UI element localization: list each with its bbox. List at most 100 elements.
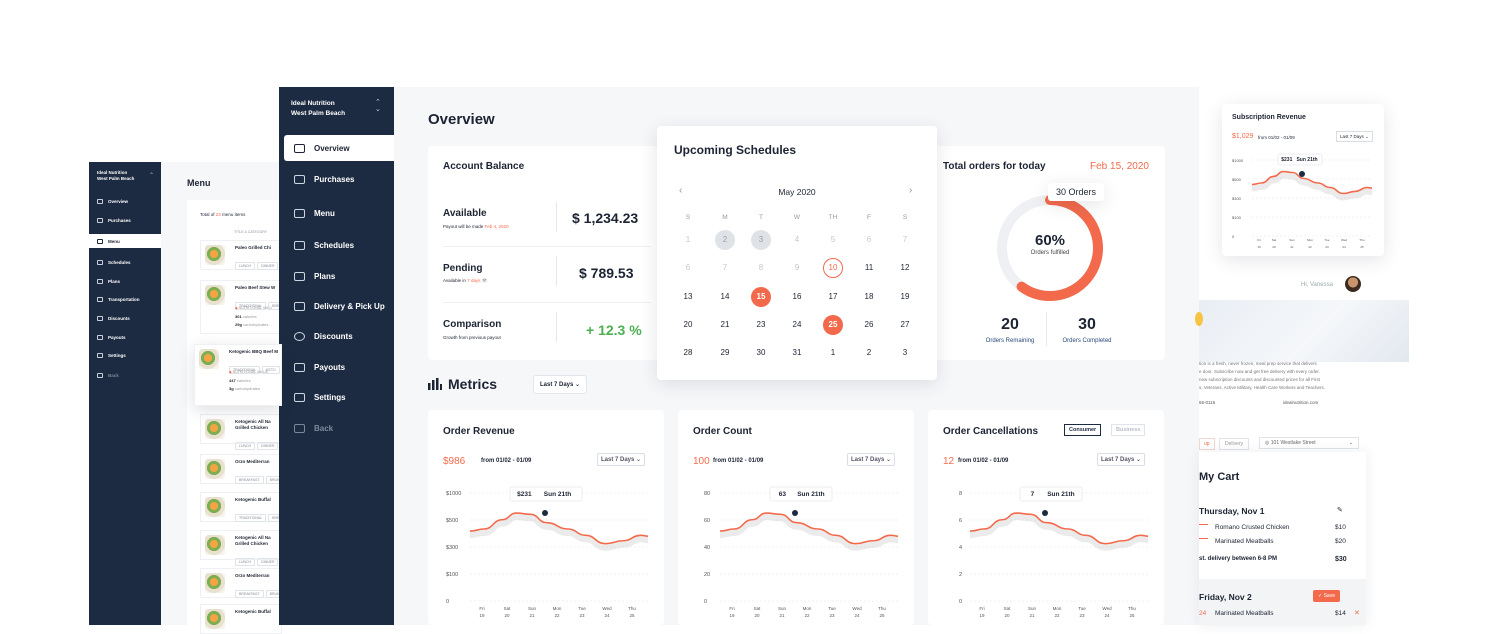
calendar-day[interactable]: 27 — [895, 315, 915, 335]
menu-item[interactable]: Ketogenic All Na Grilled Chicken LUNCH DINN… — [200, 530, 282, 566]
left-switch-icon[interactable]: ⌃ — [149, 172, 154, 179]
calendar-day[interactable]: 26 — [859, 315, 879, 335]
menu-item[interactable]: Paleo Beef Stew WTRADITIONALBREAKF◆ NUTR… — [200, 280, 291, 334]
calendar-day[interactable]: 20 — [678, 315, 698, 335]
toggle-consumer[interactable]: Consumer — [1064, 424, 1102, 436]
menu-item[interactable]: Ketogenic All Na Grilled Chicken LUNCH DINN… — [200, 414, 282, 450]
left-nav-item[interactable]: Payouts — [97, 330, 157, 344]
sidebar-item-label: Plans — [314, 271, 336, 281]
sidebar-item-delivery-pick-up[interactable]: Delivery & Pick Up — [279, 293, 394, 319]
calendar-day[interactable]: 2 — [715, 230, 735, 250]
calendar-day[interactable]: 16 — [787, 287, 807, 307]
menu-item[interactable]: Ketogenic BBQ Beef M TRADITIONAL KETO ◆ NUT… — [194, 344, 282, 406]
edit-icon[interactable]: ✎ — [1337, 506, 1343, 514]
sidebar-item-payouts[interactable]: Payouts — [279, 354, 394, 380]
menu-item[interactable]: Orzo Mediterran BREAKFAST BRUNCH — [200, 568, 289, 598]
calendar-day[interactable]: 1 — [823, 343, 843, 363]
data-point[interactable] — [1299, 171, 1305, 177]
left-nav-item[interactable]: Transportation — [97, 292, 157, 306]
address-select[interactable]: ◎ 101 Westlake Street ⌄ — [1259, 437, 1359, 449]
truck-icon — [294, 301, 305, 311]
calendar-day[interactable]: 5 — [823, 230, 843, 250]
menu-item[interactable]: Ketogenic Buffal — [200, 604, 282, 634]
left-nav-item[interactable]: Discounts — [97, 311, 157, 325]
calendar-day[interactable]: 4 — [787, 230, 807, 250]
eye-icon[interactable]: 👁 — [482, 278, 488, 283]
metric-range-dropdown[interactable]: Last 7 Days ⌄ — [597, 453, 646, 466]
pending-note-days: 7 days — [467, 278, 481, 283]
calendar-day[interactable]: 8 — [751, 258, 771, 278]
left-nav-item[interactable]: Settings — [97, 348, 157, 362]
calendar-day[interactable]: 30 — [751, 343, 771, 363]
menu-item[interactable]: Ketogenic BuffalTRADITIONALBREAKF — [200, 492, 291, 522]
data-point[interactable] — [792, 510, 798, 516]
sidebar-item-back[interactable]: Back — [279, 415, 394, 441]
sidebar-item-menu[interactable]: Menu — [279, 200, 394, 226]
tab-delivery[interactable]: Delivery — [1219, 438, 1250, 450]
avatar[interactable] — [1345, 276, 1361, 292]
calendar-day[interactable]: 6 — [678, 258, 698, 278]
location-switch-icon[interactable]: ⌃ ⌄ — [375, 99, 381, 113]
calendar-day[interactable]: 6 — [859, 230, 879, 250]
calendar-day[interactable]: 3 — [895, 343, 915, 363]
calendar-day[interactable]: 11 — [859, 258, 879, 278]
metric-range-dropdown[interactable]: Last 7 Days ⌄ — [1097, 453, 1146, 466]
nav-icon — [97, 278, 103, 284]
calendar-day[interactable]: 7 — [715, 258, 735, 278]
metric-range-dropdown[interactable]: Last 7 Days ⌄ — [847, 453, 896, 466]
calendar-day[interactable]: 31 — [787, 343, 807, 363]
sidebar-item-settings[interactable]: Settings — [279, 384, 394, 410]
data-point[interactable] — [1042, 510, 1048, 516]
calendar-day[interactable]: 3 — [751, 230, 771, 250]
calendar-day[interactable]: 18 — [859, 287, 879, 307]
phone[interactable]: 55-0115 — [1199, 400, 1215, 405]
sidebar-item-plans[interactable]: Plans — [279, 263, 394, 289]
subscription-dropdown[interactable]: Last 7 Days ⌄ — [1336, 131, 1373, 142]
calendar-day[interactable]: 9 — [787, 258, 807, 278]
left-nav-item[interactable]: Purchases — [97, 213, 157, 227]
weekday-label: F — [867, 214, 871, 221]
calendar-day[interactable]: 24 — [787, 315, 807, 335]
sidebar-item-discounts[interactable]: Discounts — [279, 323, 394, 349]
calendar-day[interactable]: 25 — [823, 315, 843, 335]
calendar-day[interactable]: 17 — [823, 287, 843, 307]
calendar-day[interactable]: 2 — [859, 343, 879, 363]
calendar-day[interactable]: 23 — [751, 315, 771, 335]
tab-pickup[interactable]: up — [1199, 438, 1215, 450]
cart-item-qty[interactable]: 24 — [1199, 610, 1206, 617]
calendar-day[interactable]: 29 — [715, 343, 735, 363]
calendar-day[interactable]: 28 — [678, 343, 698, 363]
menu-item-name: Ketogenic All Na — [235, 535, 271, 540]
calendar-day[interactable]: 1 — [678, 230, 698, 250]
calendar-day[interactable]: 10 — [823, 258, 843, 278]
toggle-business[interactable]: Business — [1111, 424, 1146, 436]
data-point[interactable] — [542, 510, 548, 516]
calendar-day[interactable]: 21 — [715, 315, 735, 335]
metric-range-text: from 01/02 - 01/09 — [481, 458, 532, 464]
left-nav-item[interactable]: Back — [97, 368, 157, 382]
metrics-range-dropdown[interactable]: Last 7 Days ⌄ — [533, 375, 588, 394]
website-link[interactable]: idealnutrition.com — [1283, 400, 1318, 405]
menu-item[interactable]: Orzo Mediterran BREAKFAST BRUNCH — [200, 454, 289, 484]
menu-item[interactable]: Paleo Grilled Chi LUNCH DINNER — [200, 240, 282, 270]
next-month-icon[interactable]: › — [909, 185, 912, 196]
left-nav-item[interactable]: Overview — [97, 194, 157, 208]
sidebar-item-label: Settings — [314, 392, 346, 402]
calendar-day[interactable]: 12 — [895, 258, 915, 278]
calendar-day[interactable]: 14 — [715, 287, 735, 307]
left-nav-item[interactable]: Plans — [97, 274, 157, 288]
tag: LUNCH — [235, 558, 256, 566]
sidebar-item-schedules[interactable]: Schedules — [279, 232, 394, 258]
sidebar-item-purchases[interactable]: Purchases — [279, 166, 394, 192]
sidebar-item-overview[interactable]: Overview — [284, 135, 394, 161]
y-tick-label: $1000 — [446, 491, 461, 497]
x-tick-date: 24 — [1104, 613, 1110, 618]
calendar-day[interactable]: 7 — [895, 230, 915, 250]
remove-icon[interactable]: ✕ — [1354, 609, 1360, 617]
calendar-day[interactable]: 13 — [678, 287, 698, 307]
calendar-day[interactable]: 15 — [751, 287, 771, 307]
calendar-day[interactable]: 19 — [895, 287, 915, 307]
left-nav-item[interactable]: Menu — [89, 234, 161, 248]
left-nav-item[interactable]: Schedules — [97, 255, 157, 269]
save-button[interactable]: ✓ Save — [1313, 590, 1340, 602]
